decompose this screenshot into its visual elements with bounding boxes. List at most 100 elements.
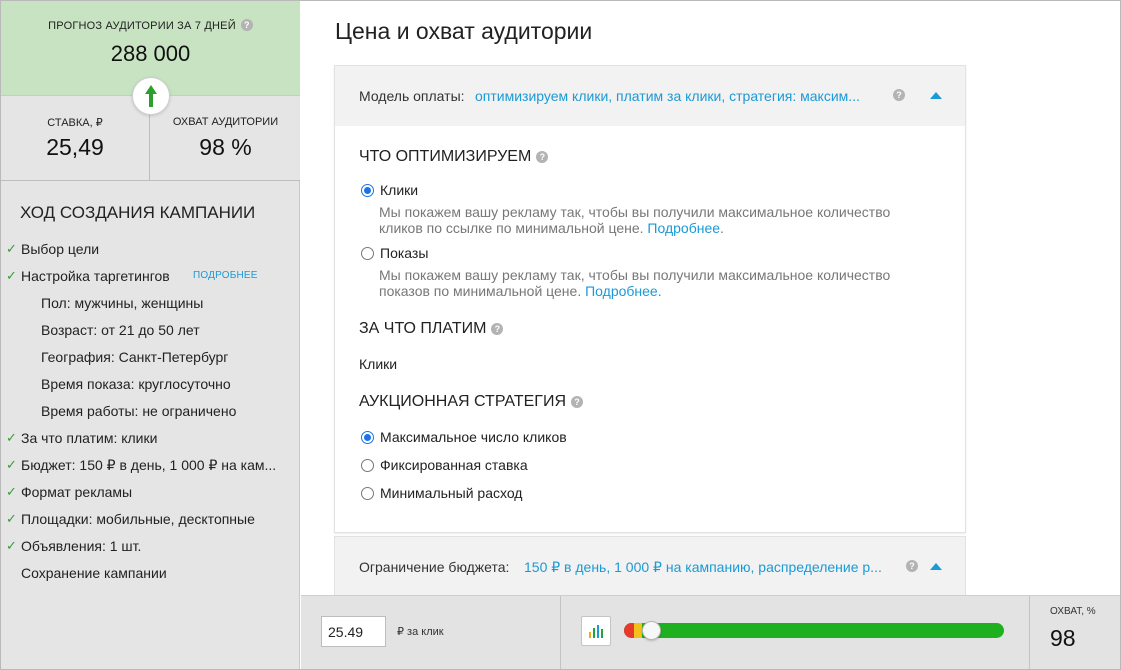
radio-icon[interactable] bbox=[361, 247, 374, 260]
bid-unit-label: ₽ за клик bbox=[397, 626, 444, 638]
clicks-desc-line2-text: кликов по ссылке по минимальной цене. bbox=[379, 220, 644, 236]
check-icon: ✓ bbox=[6, 457, 17, 472]
bid-stat-value: 25,49 bbox=[46, 134, 104, 160]
progress-step-label: Пол: мужчины, женщины bbox=[41, 295, 204, 311]
optimize-shows-label: Показы bbox=[380, 245, 429, 261]
arrow-up-icon[interactable] bbox=[132, 77, 170, 115]
more-link[interactable]: Подробнее bbox=[585, 283, 658, 299]
progress-step-label: Формат рекламы bbox=[21, 484, 133, 500]
progress-step-label: Сохранение кампании bbox=[21, 565, 167, 581]
payment-model-label: Модель оплаты: bbox=[359, 88, 465, 104]
strategy-title-text: АУКЦИОННАЯ СТРАТЕГИЯ bbox=[359, 393, 566, 410]
slider-red-zone bbox=[624, 623, 634, 638]
forecast-label-row: ПРОГНОЗ АУДИТОРИИ ЗА 7 ДНЕЙ? bbox=[1, 19, 300, 32]
chart-bar bbox=[593, 628, 595, 638]
forecast-value: 288 000 bbox=[110, 41, 191, 66]
question-icon[interactable]: ? bbox=[240, 19, 253, 31]
optimize-shows-radio[interactable]: Показы bbox=[361, 245, 428, 261]
more-link[interactable]: ПОДРОБНЕЕ bbox=[193, 270, 258, 281]
payment-model-panel: Модель оплаты: оптимизируем клики, плати… bbox=[334, 65, 966, 533]
budget-limit-panel[interactable]: Ограничение бюджета: 150 ₽ в день, 1 000… bbox=[334, 536, 966, 598]
pay-section-title: ЗА ЧТО ПЛАТИМ? bbox=[359, 320, 504, 338]
divider bbox=[1029, 596, 1030, 669]
strategy-fixed-bid-radio[interactable]: Фиксированная ставка bbox=[361, 457, 528, 473]
shows-desc-line1: Мы покажем вашу рекламу так, чтобы вы по… bbox=[379, 267, 891, 283]
payment-model-value[interactable]: оптимизируем клики, платим за клики, стр… bbox=[475, 88, 885, 104]
strategy-section-title: АУКЦИОННАЯ СТРАТЕГИЯ? bbox=[359, 393, 583, 411]
budget-limit-label: Ограничение бюджета: bbox=[359, 559, 510, 575]
bid-bar: ₽ за клик ОХВАТ, % 98 bbox=[301, 595, 1120, 669]
forecast-label: ПРОГНОЗ АУДИТОРИИ ЗА 7 ДНЕЙ bbox=[48, 20, 236, 32]
progress-step-label: География: Санкт-Петербург bbox=[41, 349, 229, 365]
progress-step-label: Настройка таргетингов bbox=[21, 268, 170, 284]
progress-step-label: Площадки: мобильные, десктопные bbox=[21, 511, 255, 527]
budget-limit-value[interactable]: 150 ₽ в день, 1 000 ₽ на кампанию, распр… bbox=[524, 559, 894, 576]
budget-limit-header[interactable]: Ограничение бюджета: 150 ₽ в день, 1 000… bbox=[335, 537, 965, 597]
check-icon: ✓ bbox=[6, 511, 17, 526]
reach-stat-label: ОХВАТ АУДИТОРИИ bbox=[172, 116, 279, 128]
clicks-desc-line2: кликов по ссылке по минимальной цене. По… bbox=[379, 220, 724, 236]
question-icon[interactable]: ? bbox=[491, 323, 504, 335]
optimize-clicks-description: Мы покажем вашу рекламу так, чтобы вы по… bbox=[379, 204, 939, 236]
strategy-option-label: Минимальный расход bbox=[380, 485, 523, 501]
progress-step-label: Бюджет: 150 ₽ в день, 1 000 ₽ на кам... bbox=[21, 457, 277, 473]
check-icon: ✓ bbox=[6, 268, 17, 283]
clicks-desc-line1: Мы покажем вашу рекламу так, чтобы вы по… bbox=[379, 204, 891, 220]
strategy-min-spend-radio[interactable]: Минимальный расход bbox=[361, 485, 522, 501]
optimize-section-title: ЧТО ОПТИМИЗИРУЕМ? bbox=[359, 148, 549, 166]
radio-checked-icon[interactable] bbox=[361, 431, 374, 444]
progress-title: ХОД СОЗДАНИЯ КАМПАНИИ bbox=[20, 203, 256, 222]
progress-step-label: Выбор цели bbox=[21, 241, 100, 257]
chart-bar bbox=[597, 625, 599, 638]
progress-step-label: Время показа: круглосуточно bbox=[41, 376, 231, 392]
check-icon: ✓ bbox=[6, 430, 17, 445]
pay-value: Клики bbox=[359, 356, 398, 372]
progress-step-label: За что платим: клики bbox=[21, 430, 158, 446]
progress-step-label: Время работы: не ограничено bbox=[41, 403, 237, 419]
main-content: Цена и охват аудитории Модель оплаты: оп… bbox=[301, 1, 1120, 598]
strategy-option-label: Фиксированная ставка bbox=[380, 457, 528, 473]
reach-slider-handle[interactable] bbox=[641, 621, 661, 640]
optimize-clicks-radio[interactable]: Клики bbox=[361, 182, 418, 198]
progress-step-label: Объявления: 1 шт. bbox=[21, 538, 142, 554]
chevron-up-icon[interactable] bbox=[930, 563, 942, 570]
optimize-shows-description: Мы покажем вашу рекламу так, чтобы вы по… bbox=[379, 267, 939, 299]
reach-stat: ОХВАТ АУДИТОРИИ 98 % bbox=[151, 96, 300, 180]
radio-icon[interactable] bbox=[361, 459, 374, 472]
chart-bar bbox=[589, 632, 591, 638]
slider-yellow-zone bbox=[634, 623, 642, 638]
chevron-up-icon[interactable] bbox=[930, 92, 942, 99]
radio-icon[interactable] bbox=[361, 487, 374, 500]
progress-step-label: Возраст: от 21 до 50 лет bbox=[41, 322, 200, 338]
more-link[interactable]: Подробнее bbox=[647, 220, 720, 236]
sidebar: ПРОГНОЗ АУДИТОРИИ ЗА 7 ДНЕЙ? 288 000 СТА… bbox=[1, 1, 300, 669]
bid-stat: СТАВКА, ₽ 25,49 bbox=[1, 96, 150, 180]
check-icon: ✓ bbox=[6, 538, 17, 553]
radio-checked-icon[interactable] bbox=[361, 184, 374, 197]
optimize-clicks-label: Клики bbox=[380, 182, 419, 198]
check-icon: ✓ bbox=[6, 484, 17, 499]
check-icon: ✓ bbox=[6, 241, 17, 256]
payment-model-header[interactable]: Модель оплаты: оптимизируем клики, плати… bbox=[335, 66, 965, 126]
question-icon[interactable]: ? bbox=[571, 396, 583, 408]
question-icon[interactable]: ? bbox=[906, 560, 918, 572]
shows-desc-line2-text: показов по минимальной цене. bbox=[379, 283, 582, 299]
bid-input[interactable] bbox=[321, 616, 386, 647]
reach-value: 98 bbox=[1050, 625, 1076, 651]
pay-title-text: ЗА ЧТО ПЛАТИМ bbox=[359, 320, 487, 337]
strategy-option-label: Максимальное число кликов bbox=[380, 429, 567, 445]
question-icon[interactable]: ? bbox=[893, 89, 905, 101]
divider bbox=[560, 596, 561, 669]
strategy-max-clicks-radio[interactable]: Максимальное число кликов bbox=[361, 429, 567, 445]
reach-slider-track[interactable] bbox=[624, 623, 1004, 638]
bar-chart-icon[interactable] bbox=[581, 616, 611, 646]
shows-desc-line2: показов по минимальной цене. Подробнее. bbox=[379, 283, 662, 299]
app-frame: ПРОГНОЗ АУДИТОРИИ ЗА 7 ДНЕЙ? 288 000 СТА… bbox=[0, 0, 1121, 670]
question-icon[interactable]: ? bbox=[536, 151, 549, 163]
reach-label: ОХВАТ, % bbox=[1050, 606, 1096, 617]
chart-bar bbox=[601, 629, 603, 638]
optimize-title-text: ЧТО ОПТИМИЗИРУЕМ bbox=[359, 148, 532, 165]
reach-stat-value: 98 % bbox=[199, 134, 252, 160]
page-title: Цена и охват аудитории bbox=[335, 18, 593, 44]
bid-stat-label: СТАВКА, ₽ bbox=[47, 117, 103, 129]
